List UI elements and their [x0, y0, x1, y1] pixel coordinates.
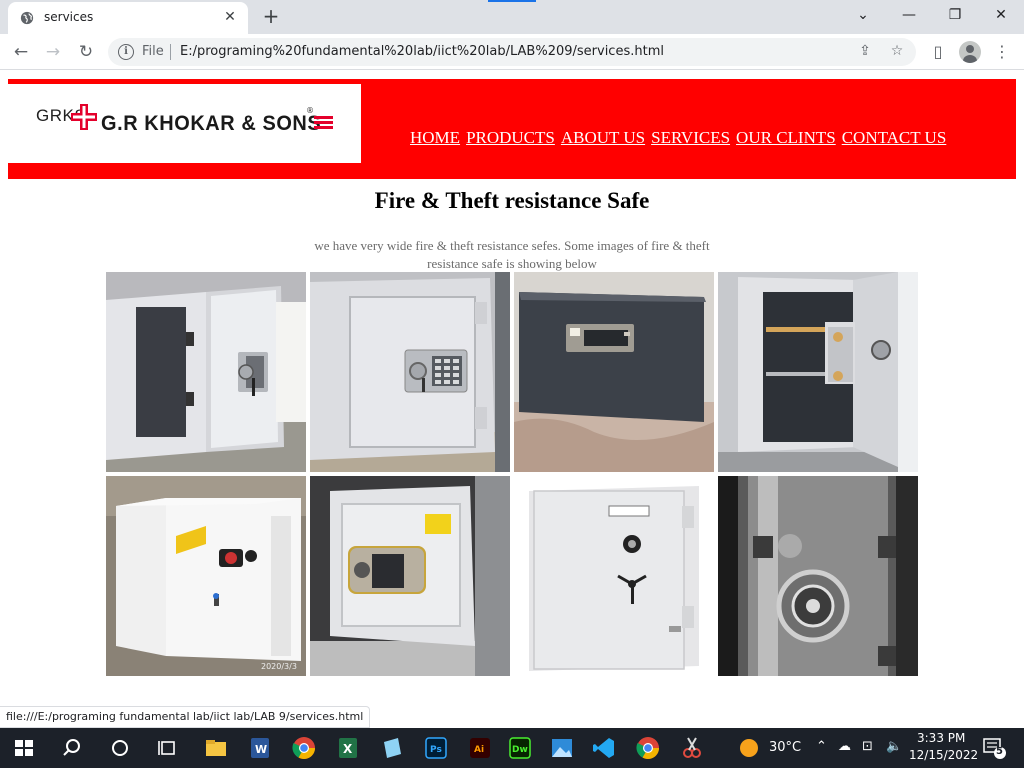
- globe-icon: [20, 11, 34, 25]
- illustrator-icon[interactable]: Ai: [466, 734, 494, 762]
- nav-products[interactable]: PRODUCTS: [466, 128, 555, 147]
- windows-taskbar: W X Ps Ai Dw 30°C ⌃ ☁ ⊡ 🔈 3:33 PM 12/15/…: [0, 728, 1024, 768]
- site-logo[interactable]: GRKS G.R KHOKAR & SONS ®: [8, 84, 361, 163]
- vscode-icon[interactable]: [590, 734, 618, 762]
- page-title: Fire & Theft resistance Safe: [374, 188, 650, 213]
- safe-photo[interactable]: 2020/3/3: [106, 476, 306, 676]
- nav-about-us[interactable]: ABOUT US: [561, 128, 645, 147]
- tray-chevron-up-icon[interactable]: ⌃: [816, 739, 827, 754]
- photos-icon[interactable]: [548, 734, 576, 762]
- notification-count: 5: [996, 746, 1003, 757]
- logo-company-name: G.R KHOKAR & SONS: [101, 112, 322, 135]
- safe-gallery: 2020/3/3: [106, 272, 920, 678]
- url-text[interactable]: E:/programing%20fundamental%20lab/iict%2…: [180, 44, 664, 59]
- svg-text:Ai: Ai: [474, 745, 484, 755]
- url-divider: [170, 44, 171, 60]
- side-panel-icon[interactable]: ▯: [927, 41, 949, 63]
- address-bar[interactable]: i File E:/programing%20fundamental%20lab…: [108, 38, 916, 66]
- profile-avatar-icon[interactable]: [959, 41, 981, 63]
- word-icon[interactable]: W: [246, 734, 274, 762]
- weather-temperature[interactable]: 30°C: [769, 740, 801, 755]
- cortana-icon[interactable]: [106, 734, 134, 762]
- share-icon[interactable]: ⇪: [856, 43, 874, 61]
- intro-text: we have very wide fire & theft resistanc…: [314, 238, 710, 271]
- safe-photo[interactable]: [310, 476, 510, 676]
- close-window-icon[interactable]: ✕: [981, 4, 1021, 28]
- nav-home[interactable]: HOME: [410, 128, 460, 147]
- chrome-icon[interactable]: [634, 734, 662, 762]
- forward-icon[interactable]: →: [42, 41, 64, 63]
- tab-search-icon[interactable]: ⌄: [843, 4, 883, 28]
- dreamweaver-icon[interactable]: Dw: [506, 734, 534, 762]
- chrome-icon[interactable]: [290, 734, 318, 762]
- close-tab-icon[interactable]: ✕: [222, 9, 238, 25]
- safe-photo[interactable]: [718, 476, 918, 676]
- page-viewport: GRKS G.R KHOKAR & SONS ® HOME PRODUCTS ABO…: [0, 71, 1024, 728]
- task-view-icon[interactable]: [154, 734, 182, 762]
- network-icon[interactable]: ⊡: [862, 739, 873, 754]
- svg-text:W: W: [255, 743, 267, 756]
- info-icon[interactable]: i: [118, 44, 134, 60]
- safe-photo[interactable]: [514, 272, 714, 472]
- tab-strip: services ✕ + ⌄ — ❐ ✕: [0, 0, 1024, 34]
- logo-stripes-icon: [314, 116, 333, 133]
- safe-photo[interactable]: [514, 476, 714, 676]
- link-status-bubble: file:///E:/programing fundamental lab/ii…: [0, 706, 371, 728]
- tab-strip-indicator: [488, 0, 536, 2]
- clock-date[interactable]: 12/15/2022: [909, 748, 978, 762]
- browser-tab[interactable]: services ✕: [8, 2, 248, 34]
- tab-title: services: [44, 10, 94, 24]
- new-tab-icon[interactable]: +: [259, 4, 283, 28]
- url-scheme: File: [142, 44, 164, 59]
- minimize-icon[interactable]: —: [889, 4, 929, 28]
- safe-photo[interactable]: [106, 272, 306, 472]
- search-icon[interactable]: [58, 734, 86, 762]
- bookmark-star-icon[interactable]: ☆: [888, 43, 906, 61]
- svg-text:Ps: Ps: [430, 745, 442, 755]
- nav-our-clints[interactable]: OUR CLINTS: [736, 128, 836, 147]
- weather-sun-icon[interactable]: [739, 738, 759, 758]
- clock-time[interactable]: 3:33 PM: [917, 731, 965, 745]
- file-explorer-icon[interactable]: [202, 734, 230, 762]
- photo-caption: 2020/3/3: [261, 662, 297, 671]
- photoshop-icon[interactable]: Ps: [422, 734, 450, 762]
- notification-center-icon[interactable]: [982, 737, 1008, 761]
- registered-mark-icon: ®: [306, 106, 314, 115]
- browser-toolbar: ← → ↻ i File E:/programing%20fundamental…: [0, 34, 1024, 70]
- volume-icon[interactable]: 🔈: [886, 739, 902, 754]
- snipping-tool-icon[interactable]: [678, 734, 706, 762]
- svg-text:X: X: [343, 742, 353, 756]
- nav-contact-us[interactable]: CONTACT US: [842, 128, 947, 147]
- logo-cross-icon: [71, 104, 97, 130]
- svg-text:Dw: Dw: [512, 745, 528, 755]
- nav-services[interactable]: SERVICES: [651, 128, 730, 147]
- restore-icon[interactable]: ❐: [935, 4, 975, 28]
- safe-photo[interactable]: [718, 272, 918, 472]
- reload-icon[interactable]: ↻: [75, 41, 97, 63]
- menu-kebab-icon[interactable]: ⋮: [991, 41, 1013, 63]
- notepad-icon[interactable]: [378, 734, 406, 762]
- excel-icon[interactable]: X: [334, 734, 362, 762]
- back-icon[interactable]: ←: [10, 41, 32, 63]
- main-nav: HOME PRODUCTS ABOUT US SERVICES OUR CLINTS CO…: [410, 128, 952, 148]
- safe-photo[interactable]: [310, 272, 510, 472]
- site-header: GRKS G.R KHOKAR & SONS ® HOME PRODUCTS ABO…: [8, 79, 1016, 179]
- windows-start-icon[interactable]: [10, 734, 38, 762]
- onedrive-cloud-icon[interactable]: ☁: [838, 739, 851, 754]
